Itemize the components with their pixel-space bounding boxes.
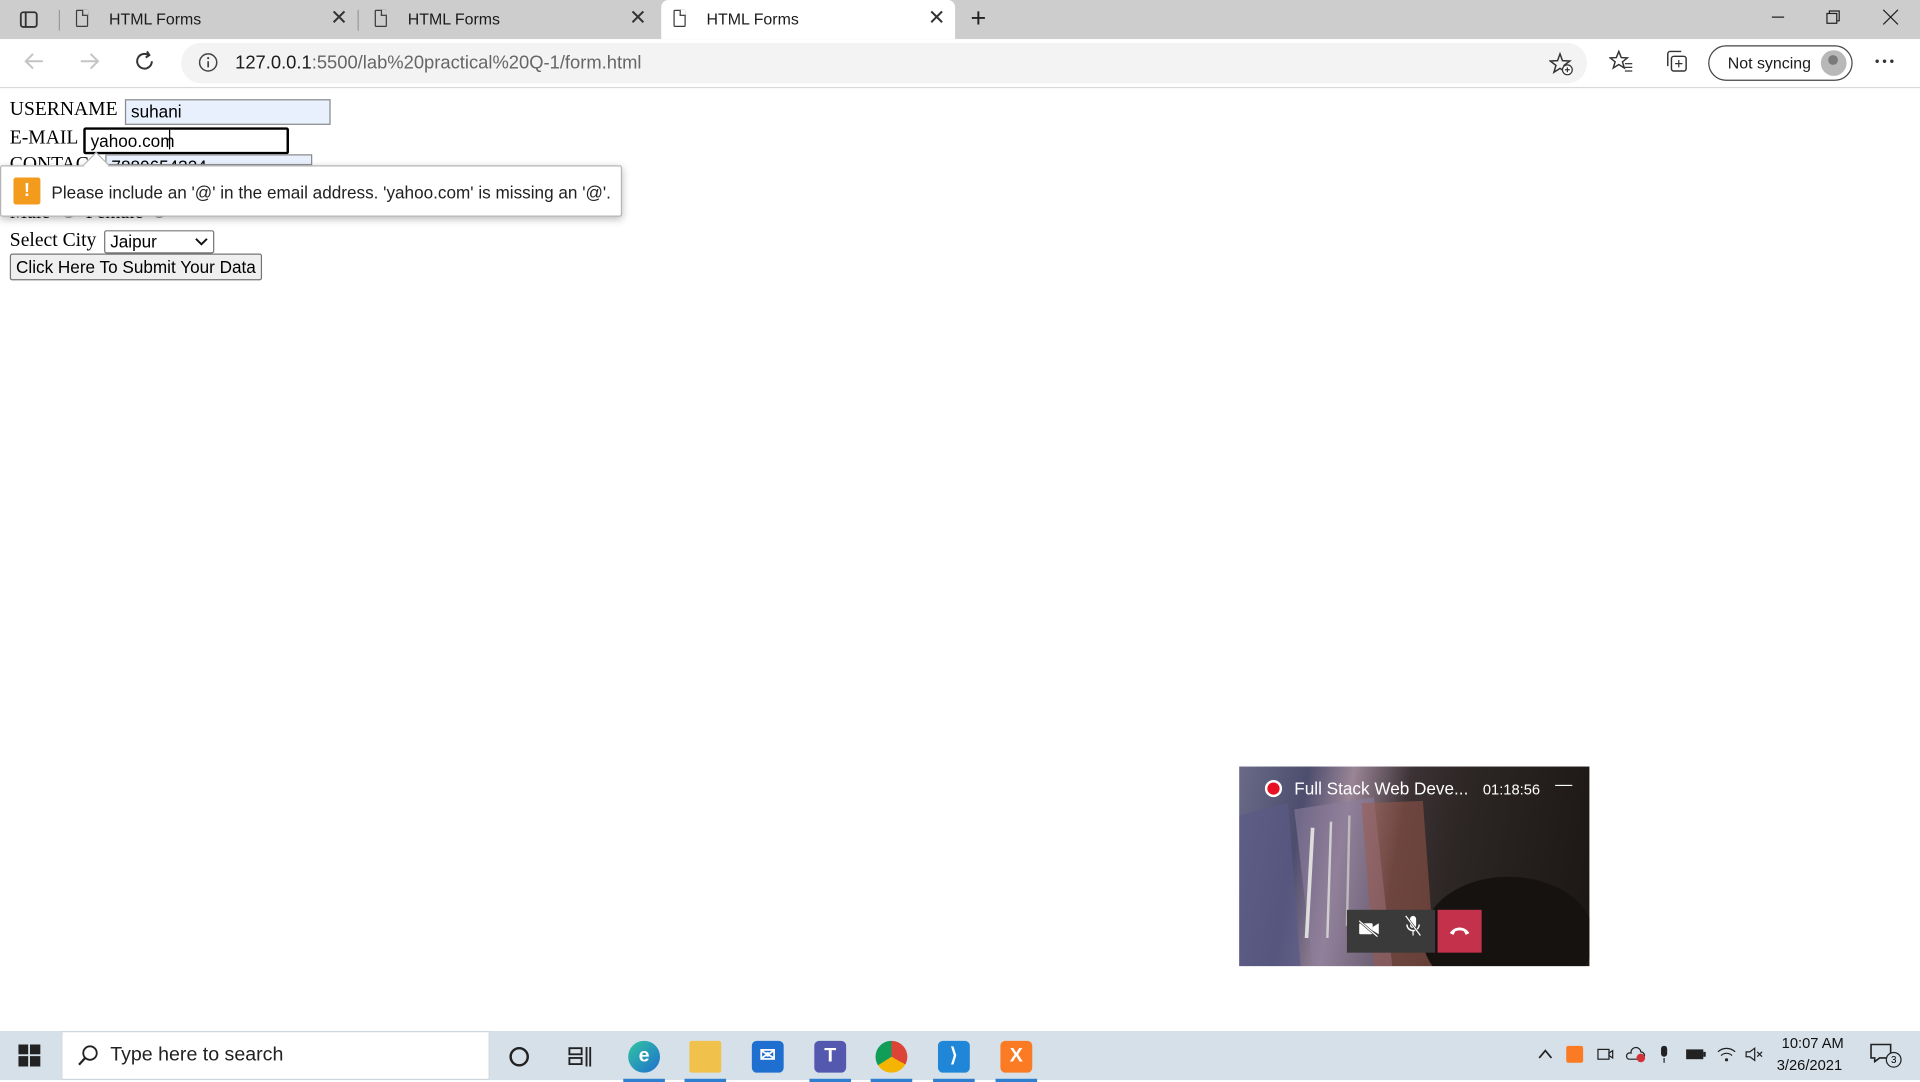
task-view-icon[interactable] — [567, 1044, 594, 1068]
page-icon — [75, 9, 89, 27]
xampp-tray-icon[interactable] — [1566, 1045, 1584, 1067]
taskbar-chrome-app[interactable] — [866, 1036, 917, 1082]
taskbar-xampp-app[interactable]: X — [991, 1036, 1042, 1082]
more-options-icon[interactable] — [1870, 49, 1899, 78]
edge-icon: e — [628, 1040, 661, 1073]
tab-1[interactable]: HTML Forms ✕ — [64, 0, 358, 39]
mic-muted-icon[interactable] — [1391, 909, 1436, 953]
tab-title: HTML Forms — [706, 9, 799, 29]
close-tab-icon[interactable]: ✕ — [928, 7, 945, 29]
camera-off-icon[interactable] — [1346, 909, 1392, 953]
battery-icon[interactable] — [1685, 1046, 1707, 1067]
warning-icon: ! — [13, 177, 41, 205]
close-window-button[interactable] — [1866, 5, 1915, 34]
contact-input[interactable]: 7880654324 — [105, 154, 313, 166]
call-timer: 01:18:56 — [1482, 781, 1541, 799]
city-label: Select City — [9, 230, 97, 252]
browser-toolbar: 127.0.0.1:5500/lab%20practical%20Q-1/for… — [0, 39, 1920, 89]
username-label: USERNAME — [9, 99, 118, 121]
call-title: Full Stack Web Deve... — [1294, 778, 1469, 799]
restore-window-button[interactable] — [1809, 5, 1858, 34]
collections-icon[interactable] — [1662, 49, 1691, 78]
onedrive-error-icon[interactable] — [1625, 1046, 1647, 1067]
windows-start-icon[interactable] — [18, 1044, 41, 1067]
folder-icon — [689, 1040, 722, 1073]
tab-strip: HTML Forms ✕ HTML Forms ✕ HTML Forms ✕ + — [0, 0, 1920, 40]
video-call-window[interactable]: Full Stack Web Deve... 01:18:56 — — [1239, 766, 1590, 967]
search-placeholder: Type here to search — [110, 1044, 284, 1066]
teams-icon: T — [814, 1040, 847, 1073]
search-icon — [77, 1044, 99, 1066]
minimize-window-button[interactable] — [1753, 5, 1802, 34]
sync-status-label: Not syncing — [1727, 53, 1811, 73]
page-icon — [374, 9, 387, 27]
city-selected-value: Jaipur — [110, 231, 157, 252]
url-path: :5500/lab%20practical%20Q-1/form.html — [311, 52, 642, 74]
volume-muted-icon[interactable] — [1745, 1046, 1765, 1067]
taskbar-mail-app[interactable]: ✉ — [742, 1036, 793, 1078]
tab-2[interactable]: HTML Forms ✕ — [362, 0, 656, 39]
chevron-down-icon — [195, 230, 208, 256]
favorites-icon[interactable] — [1607, 49, 1636, 78]
close-tab-icon[interactable]: ✕ — [330, 7, 347, 29]
username-input[interactable]: suhani — [124, 99, 331, 125]
page-icon — [673, 9, 686, 27]
mail-icon: ✉ — [751, 1040, 784, 1073]
validation-tooltip: ! Please include an '@' in the email add… — [0, 165, 623, 217]
url-host: 127.0.0.1 — [235, 52, 312, 74]
tab-title: HTML Forms — [108, 9, 202, 29]
clock-date[interactable]: 3/26/2021 — [1777, 1057, 1842, 1074]
close-tab-icon[interactable]: ✕ — [629, 7, 646, 29]
address-bar[interactable]: 127.0.0.1:5500/lab%20practical%20Q-1/for… — [181, 42, 1587, 84]
taskbar-teams-app[interactable]: T — [804, 1036, 855, 1082]
avatar-icon — [1820, 50, 1847, 76]
recording-icon — [1264, 780, 1283, 798]
taskbar-edge-app[interactable]: e — [618, 1036, 669, 1082]
forward-arrow-icon[interactable] — [75, 49, 104, 78]
email-label: E-MAIL — [9, 127, 79, 149]
windows-taskbar: Type here to search e ✉ T ⟩ X 10:07 AM 3… — [0, 1031, 1920, 1082]
url-text[interactable]: 127.0.0.1:5500/lab%20practical%20Q-1/for… — [235, 53, 641, 74]
vscode-icon: ⟩ — [937, 1040, 970, 1073]
validation-message: Please include an '@' in the email addre… — [51, 182, 611, 203]
city-select[interactable]: Jaipur — [104, 230, 215, 256]
add-favorite-icon[interactable] — [1548, 51, 1573, 76]
contact-label: CONTAC — [9, 154, 89, 166]
site-info-icon[interactable] — [198, 53, 218, 73]
meet-now-icon[interactable] — [1597, 1046, 1614, 1067]
clock-time[interactable]: 10:07 AM — [1782, 1035, 1844, 1052]
tab-actions-icon[interactable] — [18, 9, 40, 31]
notification-count: 3 — [1885, 1051, 1902, 1068]
taskbar-vscode-app[interactable]: ⟩ — [928, 1036, 979, 1082]
profile-sync-button[interactable]: Not syncing — [1708, 45, 1853, 81]
wifi-icon[interactable] — [1717, 1046, 1737, 1067]
chrome-icon — [875, 1040, 908, 1073]
refresh-icon[interactable] — [130, 49, 159, 78]
minimize-call-button[interactable]: — — [1555, 774, 1572, 794]
microphone-icon[interactable] — [1657, 1045, 1672, 1067]
xampp-icon: X — [1000, 1040, 1033, 1073]
tab-3-active[interactable]: HTML Forms ✕ — [661, 0, 956, 40]
end-call-icon[interactable] — [1437, 909, 1482, 953]
notification-center-icon[interactable]: 3 — [1870, 1043, 1902, 1070]
show-hidden-icons-chevron-up-icon[interactable] — [1537, 1046, 1554, 1067]
new-tab-button[interactable]: + — [965, 2, 992, 34]
text-caret — [168, 129, 171, 150]
submit-button[interactable]: Click Here To Submit Your Data — [9, 253, 263, 281]
back-arrow-icon[interactable] — [20, 49, 49, 78]
taskbar-file-explorer-app[interactable] — [680, 1036, 731, 1082]
taskbar-search-box[interactable]: Type here to search — [61, 1031, 490, 1081]
email-input[interactable]: yahoo.com — [83, 127, 289, 155]
cortana-icon[interactable] — [507, 1044, 531, 1068]
tab-title: HTML Forms — [407, 9, 501, 29]
